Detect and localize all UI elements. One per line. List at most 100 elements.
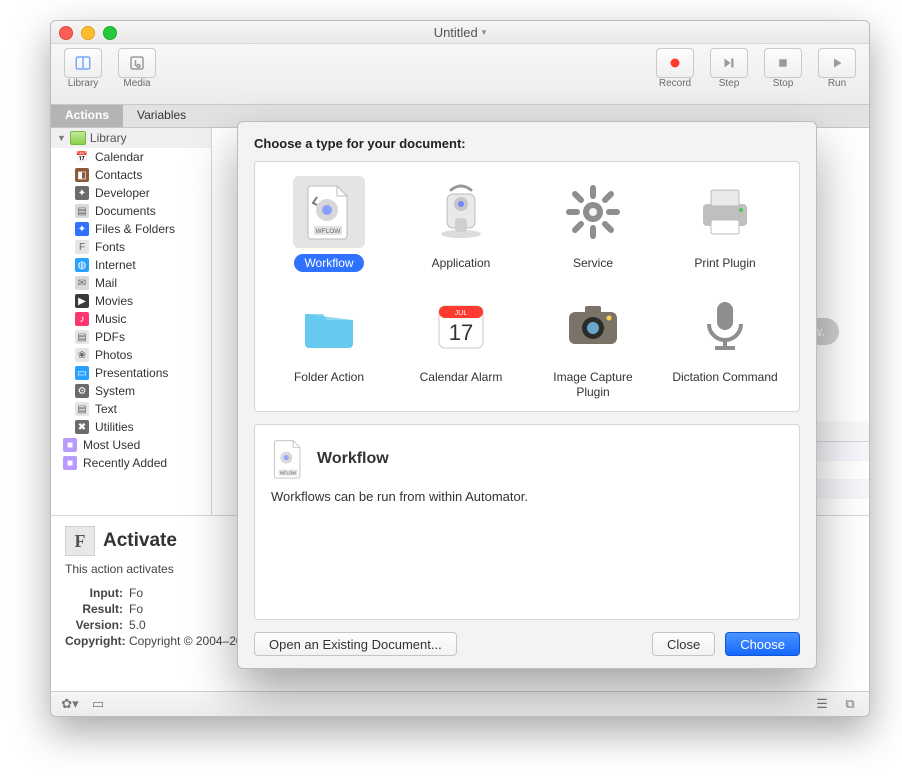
sidebar-item-label: Most Used [83,438,140,452]
close-button[interactable]: Close [652,632,715,656]
toggle-panel-icon[interactable]: ▭ [89,697,107,711]
svg-text:WFLOW: WFLOW [316,228,342,235]
svg-text:WFLOW: WFLOW [280,471,296,476]
toolbar-item-library[interactable]: Library [59,48,107,104]
sidebar-item-developer[interactable]: ✦Developer [51,184,211,202]
folder-action-icon [293,290,365,362]
category-icon: ▤ [75,402,89,416]
library-root-label: Library [90,131,127,145]
flow-view-icon[interactable]: ⧉ [841,697,859,711]
doc-type-label: Service [563,254,623,272]
category-icon: ▶ [75,294,89,308]
automator-window: Untitled ▾ Library Media [50,20,870,717]
toolbar-label: Record [659,78,691,89]
sidebar-item-movies[interactable]: ▶ Movies [51,292,211,310]
sidebar-item-label: Movies [95,294,133,308]
toolbar-label: Stop [773,78,794,89]
window-controls [59,26,117,40]
doc-type-workflow[interactable]: WFLOWWorkflow [263,176,395,272]
sidebar-item-label: Developer [95,186,150,200]
dictation-icon [689,290,761,362]
category-icon: ▭ [75,366,89,380]
svg-text:JUL: JUL [455,310,468,317]
toolbar-item-record[interactable]: Record [651,48,699,104]
sidebar-item-internet[interactable]: ◍Internet [51,256,211,274]
category-icon: F [75,240,89,254]
status-bar: ✿▾ ▭ ☰ ⧉ [51,691,869,716]
sidebar-item-label: Contacts [95,168,142,182]
category-icon: ✦ [75,222,89,236]
sidebar-item-files-folders[interactable]: ✦Files & Folders [51,220,211,238]
toolbar-item-stop[interactable]: Stop [759,48,807,104]
sidebar-item-label: Internet [95,258,136,272]
zoom-window-button[interactable] [103,26,117,40]
sidebar-item-utilities[interactable]: ✖Utilities [51,418,211,436]
doc-type-application[interactable]: Application [395,176,527,272]
sheet-heading: Choose a type for your document: [254,136,800,151]
sidebar-item-label: Utilities [95,420,134,434]
sidebar-item-documents[interactable]: ▤Documents [51,202,211,220]
doc-type-folder-action[interactable]: Folder Action [263,290,395,401]
sidebar-item-recently-added[interactable]: ■Recently Added [51,454,211,472]
sidebar-item-pdfs[interactable]: ▤PDFs [51,328,211,346]
doc-type-label: Application [422,254,501,272]
category-icon: ♪ [75,312,89,326]
workflow-small-icon: WFLOW [271,439,305,479]
doc-type-service[interactable]: Service [527,176,659,272]
open-existing-button[interactable]: Open an Existing Document... [254,632,457,656]
title-chevron-down-icon[interactable]: ▾ [482,27,487,38]
sidebar-item-music[interactable]: ♪Music [51,310,211,328]
sidebar-item-label: Mail [95,276,117,290]
tab-actions[interactable]: Actions [51,105,123,127]
doc-type-dictation[interactable]: Dictation Command [659,290,791,401]
list-view-icon[interactable]: ☰ [813,697,831,711]
sidebar-item-label: Recently Added [83,456,167,470]
sidebar-item-system[interactable]: ⚙ System [51,382,211,400]
library-icon [64,48,102,78]
doc-type-label: Dictation Command [662,368,787,386]
doc-type-label: Print Plugin [684,254,765,272]
info-title-text: Activate [103,530,177,552]
sidebar-item-label: Photos [95,348,132,362]
sidebar-item-presentations[interactable]: ▭Presentations [51,364,211,382]
library-root[interactable]: ▼ Library [51,128,211,148]
sidebar-item-label: Text [95,402,117,416]
toolbar-label: Media [123,78,150,89]
svg-text:17: 17 [449,320,473,345]
application-icon [425,176,497,248]
sidebar-item-calendar[interactable]: 📅Calendar [51,148,211,166]
doc-type-calendar-alarm[interactable]: JUL17Calendar Alarm [395,290,527,401]
toolbar-label: Step [719,78,740,89]
toolbar-item-step[interactable]: Step [705,48,753,104]
step-icon [710,48,748,78]
service-icon [557,176,629,248]
minimize-window-button[interactable] [81,26,95,40]
toolbar-right-group: Record Step Stop Run [651,48,861,104]
toolbar-item-run[interactable]: Run [813,48,861,104]
sidebar-item-text[interactable]: ▤ Text [51,400,211,418]
close-window-button[interactable] [59,26,73,40]
calendar-alarm-icon: JUL 17 [425,290,497,362]
tab-variables[interactable]: Variables [123,105,200,127]
disclosure-triangle-icon: ▼ [57,133,66,143]
type-description-title: Workflow [317,450,389,468]
sidebar-item-most-used[interactable]: ■Most Used [51,436,211,454]
doc-type-print-plugin[interactable]: Print Plugin [659,176,791,272]
sidebar-item-contacts[interactable]: ◧Contacts [51,166,211,184]
toolbar-item-media[interactable]: Media [113,48,161,104]
sidebar-item-photos[interactable]: ❀Photos [51,346,211,364]
sidebar-item-label: Calendar [95,150,144,164]
info-result-label: Result: [65,602,129,616]
sidebar-item-label: Documents [95,204,156,218]
sidebar-item-label: System [95,384,135,398]
doc-type-image-capture[interactable]: Image Capture Plugin [527,290,659,401]
toolbar: Library Media Record Step [51,44,869,105]
choose-button[interactable]: Choose [725,632,800,656]
sidebar-item-fonts[interactable]: FFonts [51,238,211,256]
toolbar-label: Run [828,78,846,89]
gear-menu-icon[interactable]: ✿▾ [61,697,79,711]
category-icon: ▤ [75,330,89,344]
document-type-grid: WFLOWWorkflow Application Service Print Plu… [254,161,800,412]
category-icon: ⚙ [75,384,89,398]
sidebar-item-mail[interactable]: ✉Mail [51,274,211,292]
